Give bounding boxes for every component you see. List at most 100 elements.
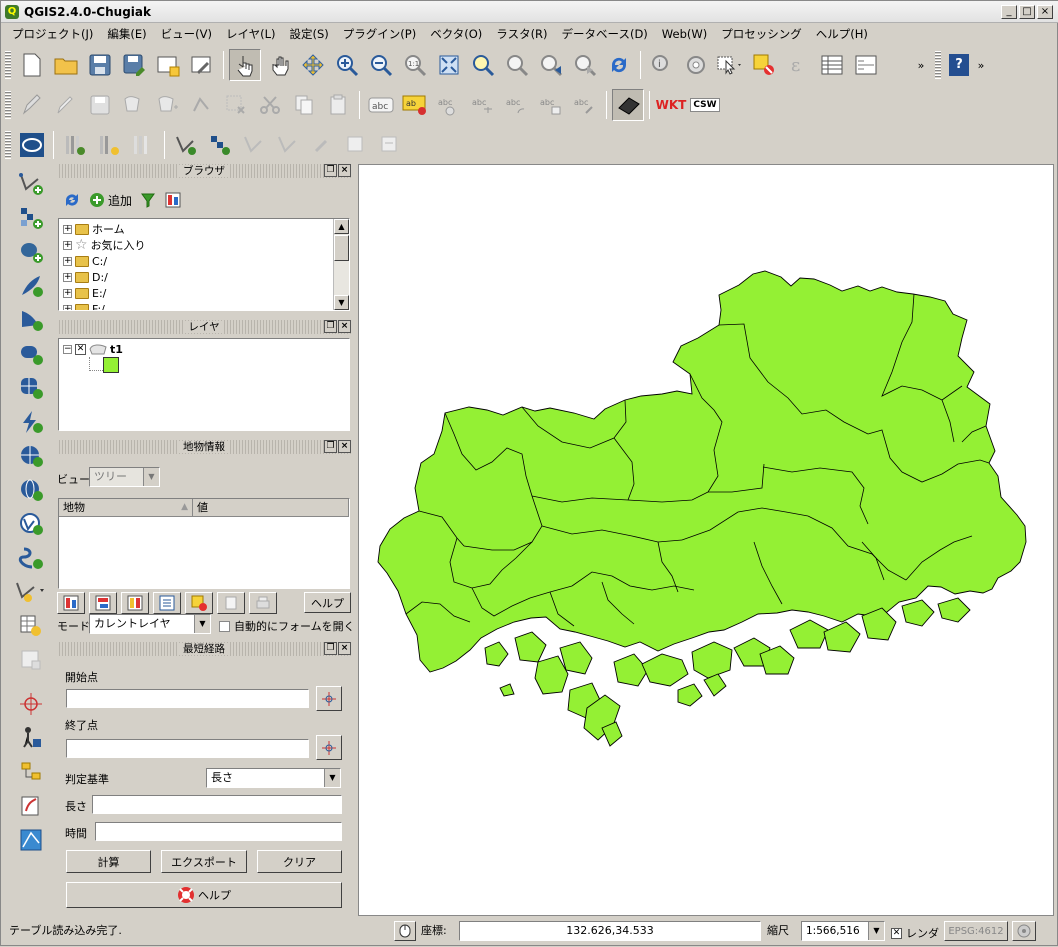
time-output[interactable] — [95, 822, 342, 841]
add-feature-button[interactable] — [118, 89, 150, 121]
capture-point-button[interactable] — [11, 687, 51, 721]
refresh-button[interactable] — [603, 49, 635, 81]
render-toggle[interactable]: ✕ レンダ — [891, 925, 939, 941]
pick-end-point-button[interactable] — [316, 735, 342, 760]
criterion-select[interactable]: 長さ ▼ — [206, 768, 341, 788]
deselect-all-button[interactable] — [748, 49, 780, 81]
run-feature-action-button[interactable] — [680, 49, 712, 81]
close-button[interactable]: × — [1037, 5, 1053, 19]
close-panel-button[interactable]: × — [338, 320, 351, 333]
tree-item-f-drive[interactable]: + F:/ — [63, 301, 105, 310]
add-wfs-layer-button[interactable] — [11, 473, 51, 507]
float-panel-button[interactable]: ❐ — [324, 320, 337, 333]
mode-select[interactable]: カレントレイヤ ▼ — [89, 614, 211, 634]
collapse-all-icon[interactable] — [164, 191, 182, 209]
add-mssql-layer-button[interactable] — [11, 303, 51, 337]
add-delimited-text-button[interactable] — [11, 405, 51, 439]
tree-item-c-drive[interactable]: + C:/ — [63, 253, 107, 269]
save-layer-edits-button[interactable] — [84, 89, 116, 121]
toolbar-overflow-button[interactable]: » — [912, 49, 930, 81]
toolbar-overflow-right[interactable]: » — [974, 49, 988, 81]
zoom-last-button[interactable] — [535, 49, 567, 81]
plugin-5-button[interactable] — [306, 129, 338, 161]
save-as-button[interactable] — [118, 49, 150, 81]
close-panel-button[interactable]: × — [338, 642, 351, 655]
close-panel-button[interactable]: × — [338, 440, 351, 453]
globe-plugin-button[interactable] — [16, 129, 48, 161]
zoom-to-selection-button[interactable] — [467, 49, 499, 81]
layer-visibility-checkbox[interactable]: ✕ — [75, 343, 86, 355]
rotate-label-button[interactable]: abc — [501, 89, 533, 121]
coordinate-display[interactable]: 132.626,34.533 — [459, 921, 761, 941]
float-panel-button[interactable]: ❐ — [324, 642, 337, 655]
map-canvas[interactable] — [358, 164, 1054, 916]
layer-symbol-swatch[interactable] — [103, 357, 119, 373]
clear-button[interactable]: クリア — [257, 850, 342, 873]
add-vector-layer-button[interactable] — [11, 167, 51, 201]
raster-plugin-1-button[interactable] — [59, 129, 91, 161]
add-raster-layer-button[interactable] — [11, 201, 51, 235]
node-tool-button[interactable] — [186, 89, 218, 121]
cut-features-button[interactable] — [254, 89, 286, 121]
add-oracle-layer-button[interactable] — [11, 337, 51, 371]
menu-database[interactable]: データベース(D) — [555, 26, 655, 42]
tree-item-home[interactable]: + ホーム — [63, 221, 125, 237]
move-label-button[interactable]: abc — [467, 89, 499, 121]
add-virtual-layer-button[interactable] — [11, 507, 51, 541]
label-tool-button[interactable]: abc — [365, 89, 397, 121]
add-wms-layer-button[interactable] — [11, 371, 51, 405]
zoom-in-button[interactable] — [331, 49, 363, 81]
gps-tool-button[interactable] — [11, 721, 51, 755]
vector-plugin-4-button[interactable] — [272, 129, 304, 161]
end-point-input[interactable] — [66, 739, 309, 758]
attribute-table-button[interactable] — [816, 49, 848, 81]
column-header-value[interactable]: 値 — [193, 499, 349, 517]
copy-results-button[interactable] — [217, 592, 245, 614]
change-label-button[interactable]: abc — [535, 89, 567, 121]
route-help-button[interactable]: ヘルプ — [66, 882, 342, 908]
menu-view[interactable]: ビュー(V) — [154, 26, 219, 42]
checkbox-box[interactable] — [219, 620, 230, 632]
tree-item-e-drive[interactable]: + E:/ — [63, 285, 106, 301]
pick-start-point-button[interactable] — [316, 686, 342, 711]
expand-all-button[interactable] — [57, 592, 85, 614]
vector-plugin-2-button[interactable] — [204, 129, 236, 161]
vector-plugin-3-button[interactable] — [238, 129, 270, 161]
calculate-button[interactable]: 計算 — [66, 850, 151, 873]
wkt-button[interactable]: WKT — [655, 89, 687, 121]
clear-results-button[interactable] — [185, 592, 213, 614]
new-spatialite-layer-button[interactable] — [11, 609, 51, 643]
scroll-up-button[interactable]: ▲ — [334, 219, 349, 234]
browser-scrollbar[interactable]: ▲ ▼ — [333, 219, 349, 310]
zoom-full-button[interactable] — [433, 49, 465, 81]
topology-checker-button[interactable] — [11, 755, 51, 789]
new-shapefile-button[interactable] — [11, 575, 51, 609]
scroll-down-button[interactable]: ▼ — [334, 295, 349, 310]
menu-help[interactable]: ヘルプ(H) — [809, 26, 875, 42]
paste-features-button[interactable] — [322, 89, 354, 121]
filter-icon[interactable] — [140, 192, 156, 208]
menu-raster[interactable]: ラスタ(R) — [489, 26, 554, 42]
expression-select-button[interactable]: ε — [782, 49, 814, 81]
add-gpx-layer-button[interactable] — [11, 541, 51, 575]
open-form-button[interactable] — [153, 592, 181, 614]
menu-edit[interactable]: 編集(E) — [100, 26, 153, 42]
minimize-button[interactable]: _ — [1001, 5, 1017, 19]
label-properties-button[interactable]: abc — [569, 89, 601, 121]
zoom-next-button[interactable] — [569, 49, 601, 81]
move-feature-button[interactable] — [152, 89, 184, 121]
pan-map-button[interactable] — [263, 49, 295, 81]
close-panel-button[interactable]: × — [338, 164, 351, 177]
map-tips-button[interactable] — [612, 89, 644, 121]
pan-touch-button[interactable] — [229, 49, 261, 81]
export-button[interactable]: エクスポート — [161, 850, 247, 873]
plugin-6-button[interactable] — [340, 129, 372, 161]
expand-new-button[interactable] — [121, 592, 149, 614]
georeferencer-button[interactable] — [11, 789, 51, 823]
layer-item-t1[interactable]: − ✕ t1 — [63, 341, 123, 357]
delete-selected-button[interactable] — [220, 89, 252, 121]
dxf-export-button[interactable] — [11, 823, 51, 857]
column-header-feature[interactable]: 地物 ▲ — [59, 499, 193, 517]
new-print-composer-button[interactable] — [152, 49, 184, 81]
menu-vector[interactable]: ベクタ(O) — [423, 26, 489, 42]
